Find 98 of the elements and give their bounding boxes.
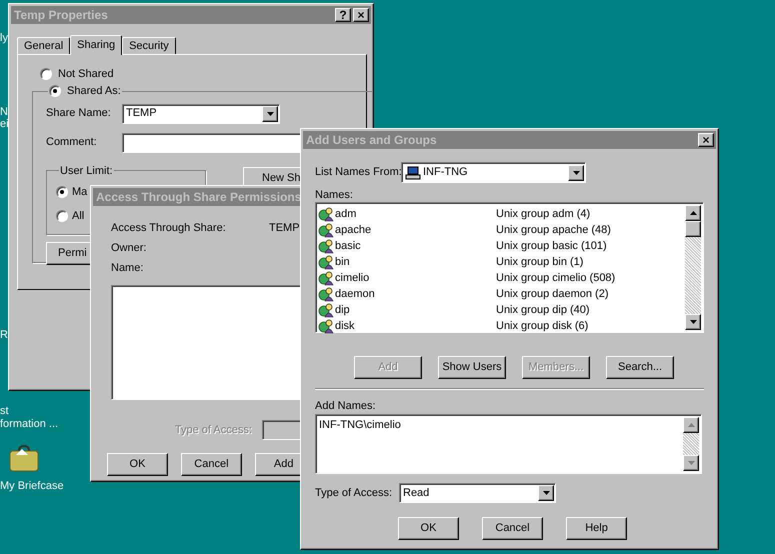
list-row[interactable]: bin Unix group bin (1) xyxy=(318,254,685,270)
down-arrow-icon xyxy=(572,170,580,174)
field-label: Comment: xyxy=(46,135,98,150)
radio-label: Not Shared xyxy=(58,66,114,82)
computer-icon xyxy=(405,166,421,180)
button[interactable]: Help xyxy=(566,517,627,540)
list-row[interactable]: adm Unix group adm (4) xyxy=(318,206,685,222)
button[interactable]: Cancel xyxy=(482,517,543,540)
user-group-icon xyxy=(318,206,334,222)
down-arrow-icon xyxy=(688,461,694,465)
scroll-thumb[interactable] xyxy=(685,221,701,237)
field-label: Names: xyxy=(315,188,354,201)
group-name: dip xyxy=(334,302,351,318)
up-arrow-icon xyxy=(688,423,694,427)
scrollbar[interactable] xyxy=(685,205,701,330)
down-arrow-icon xyxy=(690,320,696,324)
user-group-icon xyxy=(318,254,334,270)
tab[interactable]: Security xyxy=(122,37,176,54)
group-name: apache xyxy=(334,222,372,238)
field-label: Type of Access: xyxy=(174,422,253,438)
dropdown-button[interactable] xyxy=(568,164,584,180)
close-button[interactable]: × xyxy=(353,8,369,22)
button[interactable]: OK xyxy=(107,453,168,476)
field-label: Add Names: xyxy=(315,399,377,412)
user-group-icon xyxy=(318,238,334,254)
window-title: Access Through Share Permissions xyxy=(96,189,302,206)
button[interactable]: Show Users xyxy=(438,356,506,379)
radio-button[interactable] xyxy=(56,210,68,222)
tab[interactable]: General xyxy=(17,37,70,54)
group-description: Unix group daemon (2) xyxy=(496,286,609,302)
list-names-dropdown[interactable]: INF-TNG xyxy=(401,162,586,183)
briefcase-icon xyxy=(8,445,40,473)
list-row[interactable]: cimelio Unix group cimelio (508) xyxy=(318,270,685,286)
group-name: daemon xyxy=(334,286,376,302)
radio-button[interactable] xyxy=(40,68,52,80)
group-description: Unix group apache (48) xyxy=(496,222,611,238)
list-row[interactable]: daemon Unix group daemon (2) xyxy=(318,286,685,302)
scroll-down-button[interactable] xyxy=(685,314,701,330)
names-list[interactable] xyxy=(315,202,704,333)
dropdown-value: INF-TNG xyxy=(423,165,468,180)
group-description: Unix group adm (4) xyxy=(496,206,590,222)
tab[interactable]: Sharing xyxy=(70,35,122,55)
scroll-up-button[interactable] xyxy=(685,205,701,221)
dropdown-button[interactable] xyxy=(262,106,278,122)
access-type-dropdown[interactable]: Read xyxy=(399,483,556,503)
field-label: Name: xyxy=(111,261,144,276)
radio-label: Ma xyxy=(72,184,88,200)
add-names-field[interactable]: INF-TNG\cimelio xyxy=(315,414,702,474)
user-group-icon xyxy=(318,302,334,318)
field-value: INF-TNG\cimelio xyxy=(318,418,402,433)
desktop-icon-label[interactable]: My Briefcase xyxy=(0,478,64,494)
group-name: adm xyxy=(334,206,358,222)
help-button[interactable]: ? xyxy=(335,8,351,22)
field-label: Access Through Share: xyxy=(111,221,227,236)
window-title: Add Users and Groups xyxy=(306,132,437,149)
field-label: Type of Access: xyxy=(315,486,394,501)
field-label: Owner: xyxy=(111,241,148,256)
dropdown-button[interactable] xyxy=(538,485,554,501)
group-description: Unix group dip (40) xyxy=(496,302,590,318)
user-group-icon xyxy=(318,286,334,302)
group-label: User Limit: xyxy=(59,164,114,178)
desktop-icon-label[interactable]: R xyxy=(0,327,8,344)
group-description: Unix group bin (1) xyxy=(496,254,584,270)
share-name-dropdown[interactable]: TEMP xyxy=(122,104,280,124)
button[interactable]: Cancel xyxy=(180,453,242,476)
field-value: TEMP xyxy=(269,221,300,236)
radio-label: Shared As: xyxy=(67,84,121,99)
group-name: disk xyxy=(334,318,356,334)
desktop-icon-label[interactable]: ly xyxy=(0,30,8,46)
dropdown-value: TEMP xyxy=(126,106,157,122)
group-name: basic xyxy=(334,238,362,254)
button[interactable]: Search... xyxy=(606,356,674,379)
group-description: Unix group cimelio (508) xyxy=(496,270,616,286)
scroll-down-button[interactable] xyxy=(683,455,699,471)
group-name: cimelio xyxy=(334,270,370,286)
group-description: Unix group basic (101) xyxy=(496,238,607,254)
scrollbar[interactable] xyxy=(683,417,699,471)
list-row[interactable]: disk Unix group disk (6) xyxy=(318,318,685,334)
close-button[interactable]: × xyxy=(698,133,714,147)
user-group-icon xyxy=(318,270,334,286)
radio-label: All xyxy=(72,208,84,224)
up-arrow-icon xyxy=(690,211,696,215)
radio-button[interactable] xyxy=(49,85,61,98)
down-arrow-icon xyxy=(542,491,550,495)
group-description: Unix group disk (6) xyxy=(496,318,588,334)
dropdown-value: Read xyxy=(403,486,430,501)
scroll-up-button[interactable] xyxy=(683,417,699,433)
list-row[interactable]: apache Unix group apache (48) xyxy=(318,222,685,238)
field-label: Share Name: xyxy=(46,106,112,122)
radio-button[interactable] xyxy=(56,186,68,198)
user-group-icon xyxy=(318,222,334,238)
list-row[interactable]: dip Unix group dip (40) xyxy=(318,302,685,318)
group-name: bin xyxy=(334,254,351,270)
window-title: Temp Properties xyxy=(14,7,108,24)
button[interactable]: OK xyxy=(398,517,459,540)
list-row[interactable]: basic Unix group basic (101) xyxy=(318,238,685,254)
down-arrow-icon xyxy=(266,112,274,116)
user-group-icon xyxy=(318,318,334,334)
